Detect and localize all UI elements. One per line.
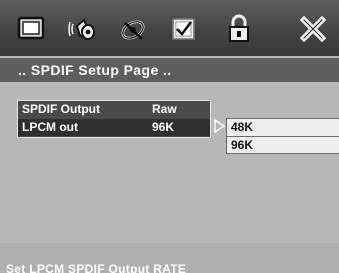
lpcm-rate-submenu: 48K 96K — [226, 118, 339, 154]
setting-row-spdif-output[interactable]: SPDIF Output Raw — [18, 101, 210, 118]
monitor-icon[interactable] — [14, 12, 48, 46]
submenu-option-96k[interactable]: 96K — [227, 137, 339, 154]
title-bar: .. SPDIF Setup Page .. — [0, 58, 339, 82]
option-label: 48K — [231, 120, 254, 134]
top-toolbar — [0, 0, 339, 56]
close-icon[interactable] — [296, 12, 330, 46]
setting-value: Raw — [152, 102, 177, 116]
satellite-icon[interactable] — [116, 12, 150, 46]
setup-screen: .. SPDIF Setup Page .. SPDIF Output Raw … — [0, 0, 339, 273]
page-title: .. SPDIF Setup Page .. — [18, 62, 172, 78]
option-label: 96K — [231, 138, 254, 152]
checkbox-icon[interactable] — [166, 12, 200, 46]
setting-row-lpcm-out[interactable]: LPCM out 96K — [18, 119, 210, 136]
submenu-arrow-icon — [213, 118, 227, 134]
setting-value: 96K — [152, 120, 175, 134]
speaker-icon[interactable] — [66, 12, 100, 46]
setting-label: LPCM out — [22, 120, 78, 134]
status-text: Set LPCM SPDIF Output RATE — [6, 262, 187, 273]
lock-icon[interactable] — [222, 12, 256, 46]
settings-panel: SPDIF Output Raw LPCM out 96K — [17, 100, 211, 138]
status-bar: Set LPCM SPDIF Output RATE — [0, 243, 339, 273]
submenu-option-48k[interactable]: 48K — [227, 119, 339, 137]
setting-label: SPDIF Output — [22, 102, 100, 116]
